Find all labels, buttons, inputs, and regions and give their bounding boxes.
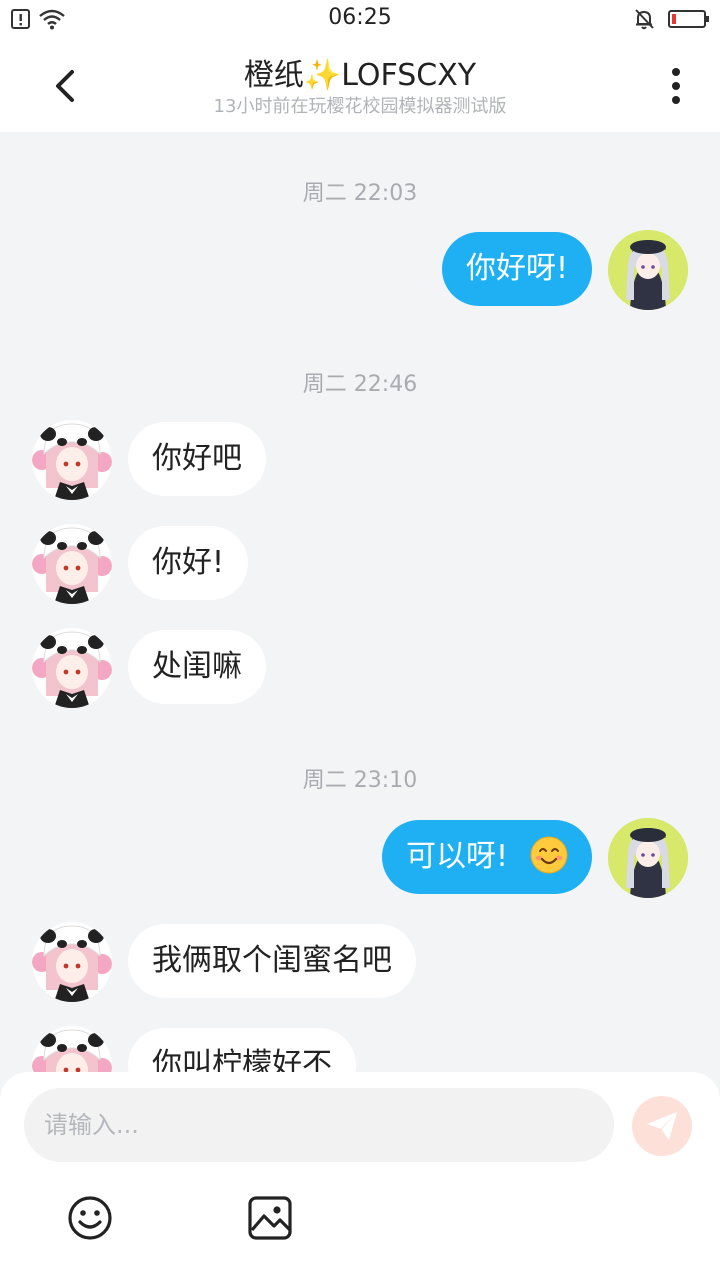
contact-avatar[interactable] [32,922,112,1002]
message-list[interactable]: 周二 22:03 你好呀! 周二 22:46 你好吧 你好! 处闺嘛 周二 23… [0,132,720,1072]
back-button[interactable] [44,62,86,110]
status-time: 06:25 [328,5,392,30]
incoming-message[interactable]: 你好! [128,526,249,600]
image-icon[interactable] [246,1194,294,1242]
contact-name: 橙纸✨LOFSCXY [243,58,477,93]
time-label: 周二 22:03 [302,181,418,206]
smiling-face-emoji [530,836,568,873]
time-label: 周二 22:46 [302,372,418,397]
status-bar: 06:25 [0,0,720,38]
message-input[interactable] [24,1088,614,1162]
my-avatar[interactable] [608,230,688,310]
smiley-icon[interactable] [66,1194,114,1242]
incoming-message[interactable]: 你叫柠檬好不 [128,1028,356,1072]
chat-header: 橙纸✨LOFSCXY 13小时前在玩樱花校园模拟器测试版 [0,38,720,132]
bell-muted-icon [635,9,654,30]
send-button[interactable] [632,1096,692,1156]
outgoing-message[interactable]: 你好呀! [441,232,592,306]
composer-panel [0,1072,720,1280]
contact-avatar[interactable] [32,524,112,604]
contact-avatar[interactable] [32,420,112,500]
incoming-message[interactable]: 你好吧 [128,422,266,496]
incoming-message[interactable]: 处闺嘛 [128,630,266,704]
contact-avatar[interactable] [32,628,112,708]
incoming-message[interactable]: 我俩取个闺蜜名吧 [128,924,416,998]
outgoing-message[interactable]: 可以呀! [381,820,592,894]
contact-status: 13小时前在玩樱花校园模拟器测试版 [213,96,507,117]
more-options-button[interactable] [656,62,696,110]
outgoing-message-text: 可以呀! [405,839,508,874]
time-label: 周二 23:10 [302,768,418,793]
send-icon [647,1112,677,1140]
contact-avatar[interactable] [32,1026,112,1072]
my-avatar[interactable] [608,818,688,898]
battery-low-icon [668,10,709,28]
